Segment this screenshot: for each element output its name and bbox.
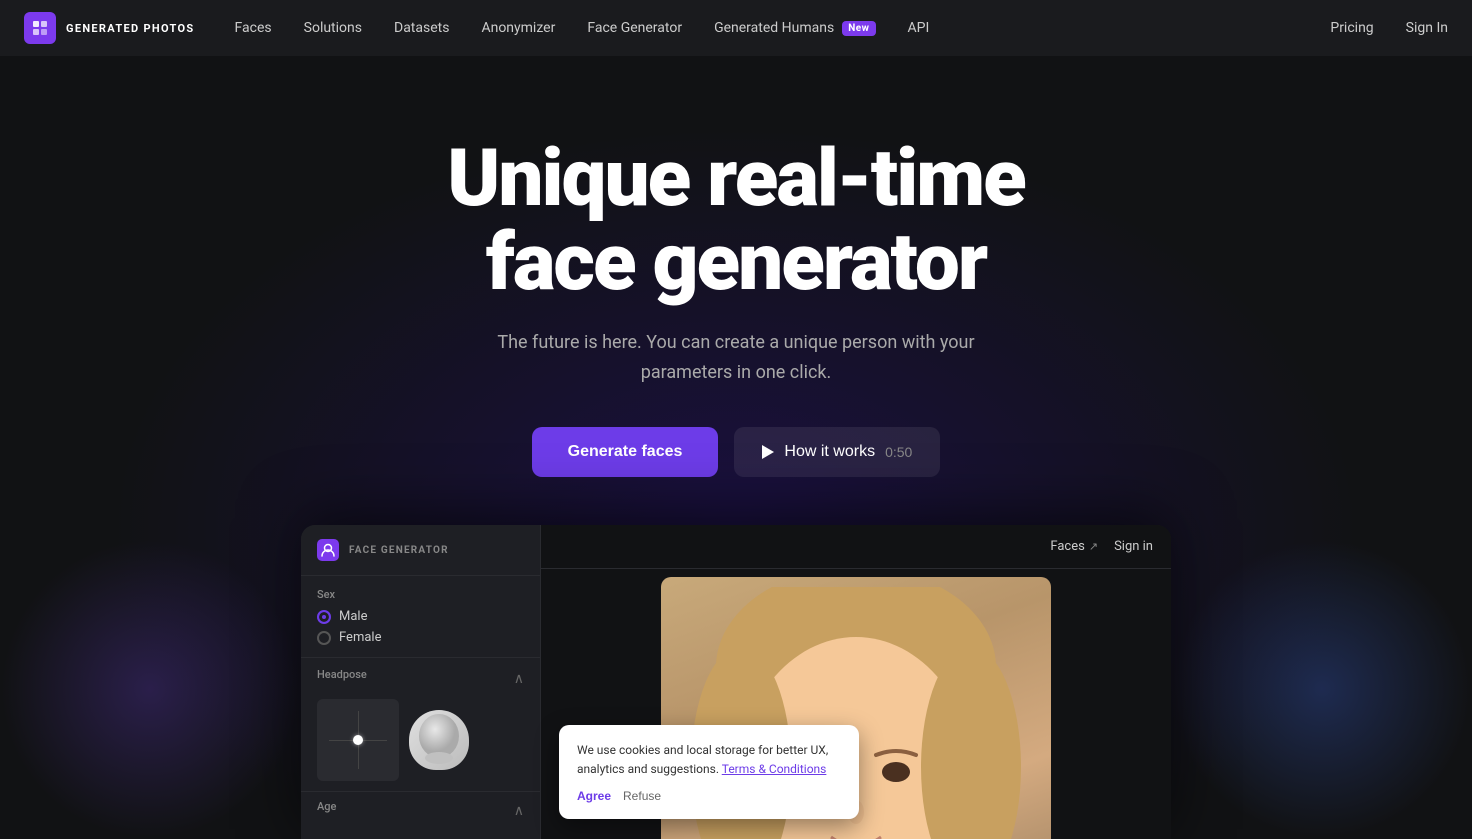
age-chevron-icon[interactable]: ∧ xyxy=(514,803,524,819)
sex-section: Sex Male Female xyxy=(301,576,540,657)
nav-item-solutions[interactable]: Solutions xyxy=(304,20,362,36)
sex-label: Sex xyxy=(317,588,524,601)
sex-male-option[interactable]: Male xyxy=(317,609,524,624)
sex-female-label: Female xyxy=(339,630,381,645)
hero-title: Unique real-time face generator xyxy=(386,136,1086,304)
external-link-icon: ↗ xyxy=(1089,540,1098,553)
cookie-banner: We use cookies and local storage for bet… xyxy=(559,725,859,819)
headpose-chevron-icon[interactable]: ∧ xyxy=(514,671,524,687)
nav-item-faces[interactable]: Faces xyxy=(235,20,272,36)
age-header-row: Age ∧ xyxy=(317,800,524,821)
how-it-works-button[interactable]: How it works 0:50 xyxy=(734,427,940,477)
nav-item-face-generator[interactable]: Face Generator xyxy=(587,20,682,36)
sex-female-radio xyxy=(317,631,331,645)
hero-subtitle: The future is here. You can create a uni… xyxy=(476,328,996,387)
cookie-refuse-button[interactable]: Refuse xyxy=(623,789,661,803)
faces-link[interactable]: Faces ↗ xyxy=(1050,539,1098,554)
age-section: Age ∧ xyxy=(301,791,540,839)
faces-link-label: Faces xyxy=(1050,539,1084,554)
nav-item-datasets[interactable]: Datasets xyxy=(394,20,449,36)
headpose-header-row: Headpose ∧ xyxy=(317,668,524,689)
age-label: Age xyxy=(317,800,336,813)
how-it-works-timer: 0:50 xyxy=(885,444,912,460)
cookie-agree-button[interactable]: Agree xyxy=(577,789,611,803)
nav-right: Pricing Sign In xyxy=(1330,20,1448,36)
right-panel-signin[interactable]: Sign in xyxy=(1114,539,1153,554)
how-it-works-label: How it works xyxy=(784,443,875,461)
grid-dot xyxy=(353,735,363,745)
headpose-content xyxy=(317,699,524,781)
right-panel: Faces ↗ Sign in xyxy=(541,525,1171,839)
hero-buttons: Generate faces How it works 0:50 xyxy=(532,427,941,477)
head-3d-preview xyxy=(409,710,469,770)
play-icon xyxy=(762,445,774,459)
face-generator-icon xyxy=(317,539,339,561)
generate-faces-button[interactable]: Generate faces xyxy=(532,427,719,477)
face-generator-label: FACE GENERATOR xyxy=(349,545,449,556)
nav-item-anonymizer[interactable]: Anonymizer xyxy=(481,20,555,36)
sex-male-label: Male xyxy=(339,609,367,624)
nav-sign-in[interactable]: Sign In xyxy=(1406,20,1448,36)
left-panel: FACE GENERATOR Sex Male Female xyxy=(301,525,541,839)
nav-pricing[interactable]: Pricing xyxy=(1330,20,1373,36)
cookie-terms-link[interactable]: Terms & Conditions xyxy=(722,762,827,776)
demo-area: FACE GENERATOR Sex Male Female xyxy=(20,477,1452,839)
sex-female-option[interactable]: Female xyxy=(317,630,524,645)
left-panel-header: FACE GENERATOR xyxy=(301,525,540,576)
sex-male-radio xyxy=(317,610,331,624)
new-badge: New xyxy=(842,21,875,36)
logo-text: GENERATED PHOTOS xyxy=(66,22,195,35)
nav-links: Faces Solutions Datasets Anonymizer Face… xyxy=(235,20,1331,36)
headpose-grid[interactable] xyxy=(317,699,399,781)
nav-item-api[interactable]: API xyxy=(908,20,930,36)
right-panel-header: Faces ↗ Sign in xyxy=(541,525,1171,569)
demo-card: FACE GENERATOR Sex Male Female xyxy=(301,525,1171,839)
logo[interactable]: GENERATED PHOTOS xyxy=(24,12,195,44)
hero-section: Unique real-time face generator The futu… xyxy=(0,56,1472,839)
cookie-text: We use cookies and local storage for bet… xyxy=(577,741,841,779)
navigation: GENERATED PHOTOS Faces Solutions Dataset… xyxy=(0,0,1472,56)
headpose-section: Headpose ∧ xyxy=(301,657,540,791)
sex-radio-group: Male Female xyxy=(317,609,524,645)
cookie-buttons: Agree Refuse xyxy=(577,789,841,803)
headpose-label: Headpose xyxy=(317,668,367,681)
logo-icon xyxy=(24,12,56,44)
nav-item-generated-humans[interactable]: Generated Humans New xyxy=(714,20,875,36)
